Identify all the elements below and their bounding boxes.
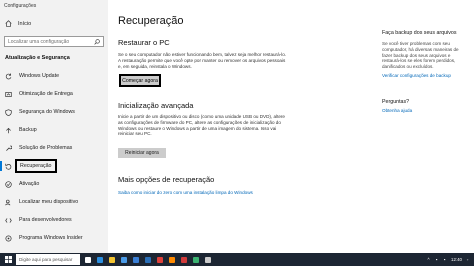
store-icon[interactable] [118, 254, 130, 265]
sidebar-item-backup[interactable]: Backup [0, 121, 108, 139]
settings-search-input[interactable] [8, 38, 92, 45]
mail-icon[interactable] [130, 254, 142, 265]
main-content: Recuperação Restaurar o PC Se o seu comp… [108, 0, 474, 253]
chevron-up-icon[interactable]: ^ [426, 257, 431, 262]
sidebar-item-label: Recuperação [15, 159, 57, 173]
reset-heading: Restaurar o PC [118, 38, 170, 47]
person-location-icon [5, 199, 11, 205]
sidebar-item-troubleshoot[interactable]: Solução de Problemas [0, 139, 108, 157]
reset-description: Se o seu computador não estiver funciona… [118, 52, 287, 69]
sidebar-item-delivery-optimization[interactable]: Otimização de Entrega [0, 85, 108, 103]
sidebar-item-find-my-device[interactable]: Localizar meu dispositivo [0, 193, 108, 211]
notification-icon[interactable]: ▫ [465, 257, 470, 262]
questions-title: Perguntas? [382, 98, 410, 105]
clean-install-link[interactable]: Saiba como iniciar do zero com uma insta… [118, 190, 253, 195]
media-icon[interactable] [166, 254, 178, 265]
file-explorer-icon[interactable] [106, 254, 118, 265]
system-tray: ^ ▪ ▪ 12:40 ▫ [423, 253, 470, 266]
page-title: Recuperação [118, 15, 184, 27]
check-circle-icon [5, 180, 12, 188]
sidebar-item-windows-insider[interactable]: Programa Windows Insider [0, 229, 108, 247]
delivery-optimization-icon [5, 91, 12, 97]
sidebar-item-windows-update[interactable]: Windows Update [0, 67, 108, 85]
settings-search[interactable] [4, 36, 104, 47]
window-title: Configurações [4, 3, 37, 9]
backup-title: Faça backup dos seus arquivos [382, 30, 457, 36]
home-link[interactable]: Início [5, 20, 31, 27]
photos-icon[interactable] [142, 254, 154, 265]
sidebar-item-label: Localizar meu dispositivo [19, 199, 79, 205]
edge-icon[interactable] [94, 254, 106, 265]
home-label: Início [18, 20, 32, 27]
task-view-icon[interactable] [82, 254, 94, 265]
backup-text: Se você tiver problemas com seu computad… [382, 41, 459, 70]
backup-arrow-icon [6, 127, 11, 133]
recovery-icon [5, 163, 12, 170]
advanced-startup-description: Inicie a partir de um dispositivo ou dis… [118, 114, 285, 137]
sidebar-item-label: Backup [19, 127, 37, 133]
app-icon-2[interactable] [190, 254, 202, 265]
sidebar: Configurações Início Atualização e Segur… [0, 0, 108, 253]
sidebar-item-developers[interactable]: Para desenvolvedores [0, 211, 108, 229]
volume-icon[interactable]: ▪ [442, 257, 447, 262]
get-help-link[interactable]: Obtenha ajuda [382, 108, 468, 113]
restart-now-button[interactable]: Reiniciar agora [118, 148, 166, 158]
backup-settings-link[interactable]: Verificar configurações de backup [382, 73, 468, 78]
windows-logo-icon [5, 256, 12, 263]
sidebar-item-label: Otimização de Entrega [19, 91, 73, 97]
shield-icon [5, 108, 12, 116]
home-icon [5, 20, 12, 27]
network-icon[interactable]: ▪ [434, 257, 439, 262]
settings-icon[interactable] [202, 254, 214, 265]
related-panel: Faça backup dos seus arquivos Se você ti… [382, 30, 468, 113]
sidebar-item-label: Para desenvolvedores [19, 217, 72, 223]
sidebar-item-windows-security[interactable]: Segurança do Windows [0, 103, 108, 121]
taskbar-search-input[interactable] [19, 257, 77, 262]
sidebar-nav: Windows Update Otimização de Entrega Seg… [0, 67, 108, 247]
more-options-heading: Mais opções de recuperação [118, 175, 215, 184]
advanced-startup-heading: Inicialização avançada [118, 101, 194, 110]
start-button[interactable] [3, 254, 14, 265]
developer-icon [5, 217, 12, 223]
sidebar-item-label: Segurança do Windows [19, 109, 75, 115]
sidebar-item-activation[interactable]: Ativação [0, 175, 108, 193]
taskbar-search[interactable] [16, 254, 80, 265]
section-title: Atualização e Segurança [5, 55, 70, 61]
wrench-icon [6, 145, 12, 151]
insider-icon [5, 234, 12, 242]
refresh-icon [5, 73, 12, 79]
sidebar-item-label: Ativação [19, 181, 40, 187]
search-icon [94, 39, 100, 45]
sidebar-item-label: Solução de Problemas [19, 145, 73, 151]
sidebar-item-label: Windows Update [19, 73, 60, 79]
clock[interactable]: 12:40 [451, 257, 462, 262]
app-icon[interactable] [178, 254, 190, 265]
chrome-icon[interactable] [154, 254, 166, 265]
sidebar-item-recovery[interactable]: Recuperação [0, 157, 108, 175]
taskbar-apps [82, 254, 214, 265]
start-now-button[interactable]: Começar agora [119, 74, 161, 87]
taskbar: ^ ▪ ▪ 12:40 ▫ [0, 253, 474, 266]
sidebar-item-label: Programa Windows Insider [19, 235, 83, 241]
